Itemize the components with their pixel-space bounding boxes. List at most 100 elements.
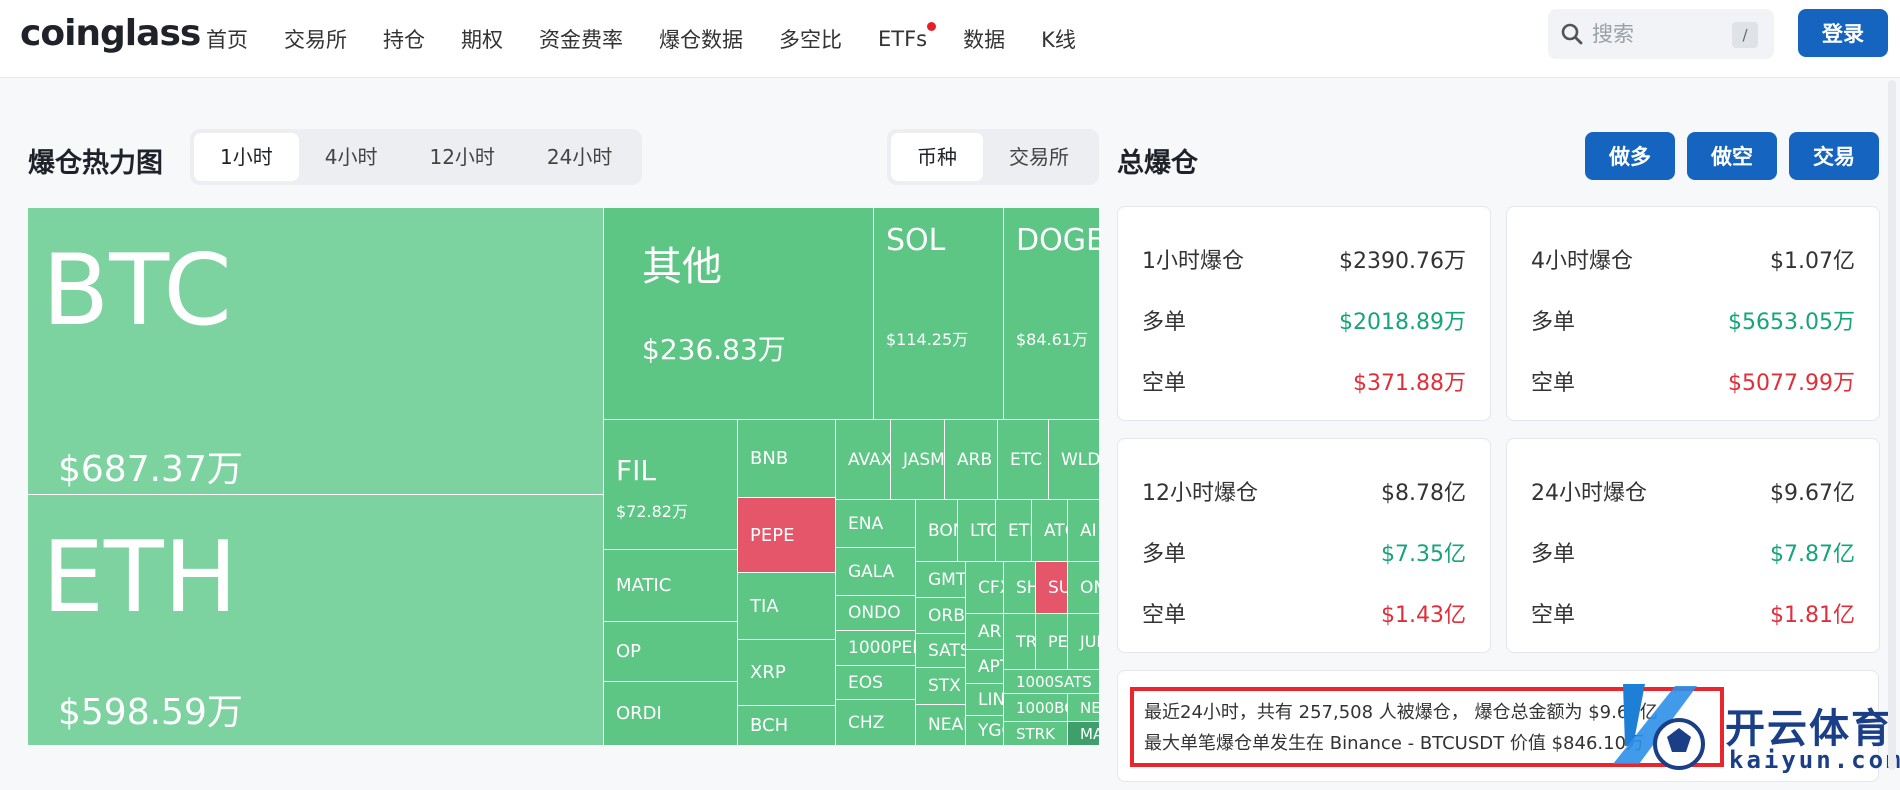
treemap-tile-people[interactable]: PEOPLE: [1036, 614, 1068, 670]
treemap-tile-stx[interactable]: STX: [916, 668, 966, 705]
card-total-value: $2390.76万: [1339, 249, 1466, 274]
treemap-tile-1000bonk[interactable]: 1000BONK: [1004, 694, 1068, 722]
long-button[interactable]: 做多: [1585, 132, 1675, 180]
treemap-tile-cfx[interactable]: CFX: [966, 562, 1004, 614]
treemap-tile-doge[interactable]: DOGE $84.61万: [1004, 208, 1100, 420]
kaiyun-watermark: 开云体育 kaiyun.com: [1605, 676, 1900, 786]
treemap-tile-near[interactable]: NEAR: [916, 705, 966, 746]
treemap-tile-sats[interactable]: SATS: [916, 634, 966, 668]
treemap-tile-symbol: AI: [1080, 520, 1097, 541]
search-icon: [1561, 23, 1583, 45]
treemap-tile-symbol: NEAR: [928, 715, 965, 735]
login-button[interactable]: 登录: [1798, 9, 1888, 57]
treemap-tile-strk[interactable]: STRK: [1004, 722, 1068, 746]
treemap-tile-manta[interactable]: MANTA: [1068, 722, 1100, 746]
treemap-tile-jasmy[interactable]: JASMY: [891, 420, 945, 500]
treemap-tile-sol[interactable]: SOL $114.25万: [874, 208, 1004, 420]
search-box[interactable]: /: [1548, 9, 1774, 59]
treemap-tile-neo[interactable]: NEO: [1068, 694, 1100, 722]
treemap-tile-orbs[interactable]: ORBS: [916, 598, 966, 634]
tab-4h[interactable]: 4小时: [299, 133, 404, 181]
treemap-tile-symbol: MANTA: [1080, 724, 1099, 743]
treemap-tile-om[interactable]: OM: [1068, 562, 1100, 614]
treemap-tile-symbol: ARB: [957, 449, 993, 470]
treemap-tile-1000pepe[interactable]: 1000PEPE: [836, 631, 916, 666]
nav-item-long-short-ratio[interactable]: 多空比: [779, 24, 842, 54]
treemap-tile-tia[interactable]: TIA: [738, 573, 836, 640]
treemap-tile-symbol: GALA: [848, 561, 895, 582]
treemap-tile-bch[interactable]: BCH: [738, 706, 836, 746]
treemap-tile-wld[interactable]: WLD: [1049, 420, 1100, 500]
card-total-value: $9.67亿: [1770, 481, 1855, 506]
coinglass-logo[interactable]: coinglass: [20, 13, 201, 54]
short-label: 空单: [1142, 603, 1187, 628]
treemap-tile-matic[interactable]: MATIC: [604, 550, 738, 622]
tab-1h[interactable]: 1小时: [194, 133, 299, 181]
nav-item-exchanges[interactable]: 交易所: [284, 24, 347, 54]
treemap-tile-value: $598.59万: [58, 692, 243, 733]
treemap-tile-sui[interactable]: SUI: [1036, 562, 1068, 614]
treemap-tile-gmt[interactable]: GMT: [916, 562, 966, 598]
treemap-tile-ltc[interactable]: LTC: [958, 500, 996, 562]
treemap-tile-bome[interactable]: BOME: [916, 500, 958, 562]
treemap-tile-bnb[interactable]: BNB: [738, 420, 836, 498]
nav-item-open-interest[interactable]: 持仓: [383, 24, 425, 54]
tab-by-coin[interactable]: 币种: [891, 133, 983, 181]
long-value: $7.87亿: [1770, 542, 1855, 567]
treemap-tile-其他[interactable]: 其他 $236.83万: [604, 208, 874, 420]
treemap-tile-fil[interactable]: FIL $72.82万: [604, 420, 738, 550]
treemap-tile-value: $84.61万: [1016, 330, 1088, 349]
card-label: 4小时爆仓: [1531, 249, 1633, 274]
treemap-tile-avax[interactable]: AVAX: [836, 420, 891, 500]
treemap-tile-atom[interactable]: ATOM: [1032, 500, 1068, 562]
treemap-tile-trb[interactable]: TRB: [1004, 614, 1036, 670]
treemap-tile-ethfi[interactable]: ETHFI: [996, 500, 1032, 562]
treemap-tile-ai[interactable]: AI: [1068, 500, 1100, 562]
treemap-tile-eos[interactable]: EOS: [836, 666, 916, 700]
short-button[interactable]: 做空: [1687, 132, 1777, 180]
treemap-tile-link[interactable]: LINK: [966, 684, 1004, 716]
treemap-tile-btc[interactable]: BTC $687.37万: [28, 208, 604, 495]
treemap-tile-arb[interactable]: ARB: [945, 420, 998, 500]
treemap-tile-ordi[interactable]: ORDI: [604, 682, 738, 746]
top-navigation-bar: coinglass 首页 交易所 持仓 期权 资金费率 爆仓数据 多空比 ETF…: [0, 0, 1900, 78]
treemap-tile-1000sats[interactable]: 1000SATS: [1004, 670, 1100, 694]
treemap-tile-chz[interactable]: CHZ: [836, 700, 916, 746]
treemap-tile-gala[interactable]: GALA: [836, 548, 916, 596]
treemap-tile-apt[interactable]: APT: [966, 650, 1004, 684]
treemap-tile-eth[interactable]: ETH $598.59万: [28, 495, 604, 746]
nav-item-options[interactable]: 期权: [461, 24, 503, 54]
treemap-tile-symbol: ONDO: [848, 603, 901, 623]
treemap-tile-shib[interactable]: SHIB: [1004, 562, 1036, 614]
long-value: $2018.89万: [1339, 310, 1466, 335]
nav-item-home[interactable]: 首页: [206, 24, 248, 54]
nav-item-kline[interactable]: K线: [1041, 24, 1076, 54]
short-value: $5077.99万: [1728, 371, 1855, 396]
treemap-tile-etc[interactable]: ETC: [998, 420, 1049, 500]
treemap-tile-symbol: WLD: [1061, 449, 1100, 470]
treemap-tile-xrp[interactable]: XRP: [738, 640, 836, 706]
treemap-tile-ar[interactable]: AR: [966, 614, 1004, 650]
treemap-tile-pepe[interactable]: PEPE: [738, 498, 836, 573]
nav-item-liquidations[interactable]: 爆仓数据: [659, 24, 743, 54]
nav-item-etfs[interactable]: ETFs: [878, 22, 937, 51]
search-input[interactable]: [1592, 18, 1712, 50]
treemap-tile-symbol: SATS: [928, 640, 965, 661]
treemap-tile-ena[interactable]: ENA: [836, 500, 916, 548]
page-scrollbar[interactable]: [1888, 80, 1896, 770]
trade-button[interactable]: 交易: [1789, 132, 1879, 180]
tab-24h[interactable]: 24小时: [521, 133, 638, 181]
treemap-tile-jup[interactable]: JUP: [1068, 614, 1100, 670]
tab-by-exchange[interactable]: 交易所: [983, 133, 1095, 181]
tab-12h[interactable]: 12小时: [403, 133, 520, 181]
treemap-tile-op[interactable]: OP: [604, 622, 738, 682]
treemap-tile-ygg[interactable]: YGG: [966, 716, 1004, 746]
treemap-tile-ondo[interactable]: ONDO: [836, 596, 916, 631]
treemap-tile-symbol: GMT: [928, 569, 966, 590]
treemap-tile-symbol: ATOM: [1044, 520, 1067, 541]
long-label: 多单: [1531, 542, 1576, 567]
treemap-tile-value: $72.82万: [616, 502, 688, 521]
nav-item-funding-rate[interactable]: 资金费率: [539, 24, 623, 54]
kaiyun-logo-icon: [1613, 684, 1705, 770]
nav-item-data[interactable]: 数据: [963, 24, 1005, 54]
